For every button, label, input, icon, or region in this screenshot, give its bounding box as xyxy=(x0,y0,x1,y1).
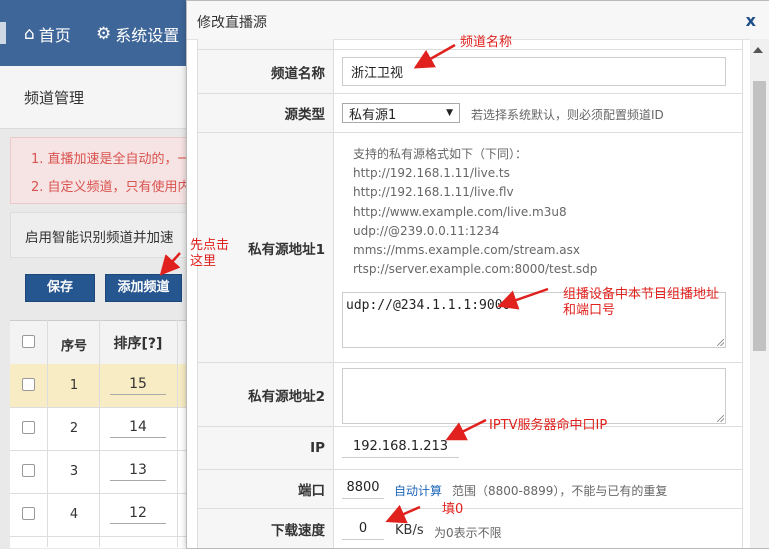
annotation-click-first: 先点击 这里 xyxy=(190,238,229,270)
arrow-to-multicast-input xyxy=(497,287,549,310)
annotation-click-first-line-2: 这里 xyxy=(190,254,217,269)
arrow-to-channel-name xyxy=(413,43,456,69)
arrow-to-download-speed xyxy=(385,504,421,524)
annotation-arrows xyxy=(159,43,549,524)
arrow-to-ip-input xyxy=(445,418,487,441)
annotation-click-first-line-1: 先点击 xyxy=(190,238,230,253)
arrow-to-add-channel xyxy=(159,252,181,276)
